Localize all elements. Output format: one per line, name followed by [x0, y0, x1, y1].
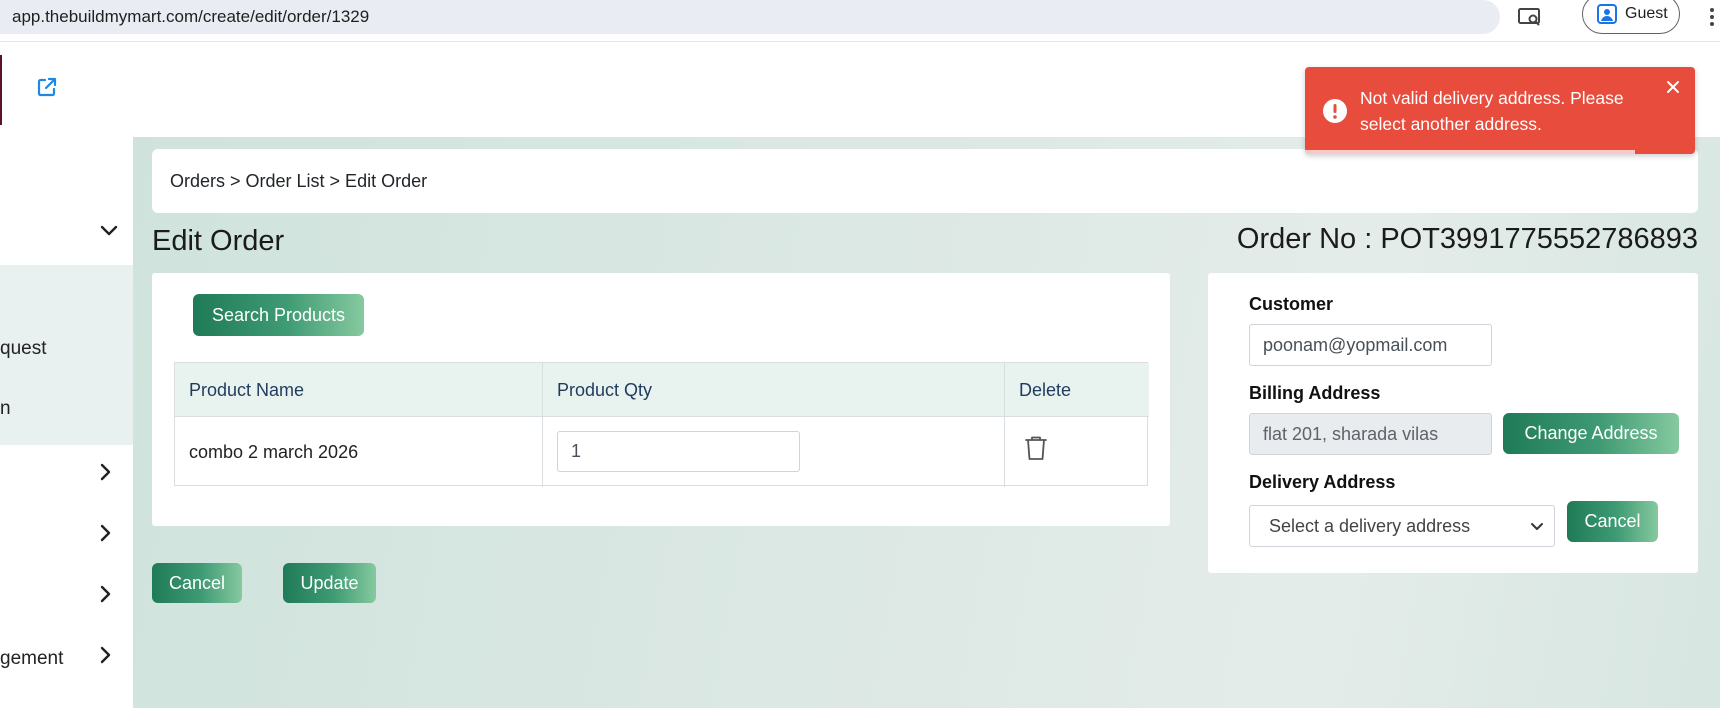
billing-address-label: Billing Address	[1249, 383, 1381, 403]
customer-value: poonam@yopmail.com	[1263, 334, 1448, 355]
delivery-cancel-button[interactable]: Cancel	[1567, 501, 1658, 542]
products-table: Product Name Product Qty Delete combo 2 …	[174, 362, 1149, 487]
sidebar-item-request[interactable]: quest	[0, 335, 133, 363]
page-title: Edit Order	[152, 225, 285, 257]
profile-label: Guest	[1625, 5, 1668, 22]
delivery-address-label: Delivery Address	[1249, 472, 1396, 492]
product-name-cell: combo 2 march 2026	[189, 441, 359, 462]
breadcrumb-text[interactable]: Orders > Order List > Edit Order	[170, 171, 427, 192]
chevron-right-icon[interactable]	[95, 645, 115, 665]
delivery-address-select[interactable]: Select a delivery address	[1249, 505, 1555, 547]
chevron-down-icon	[1531, 523, 1543, 530]
billing-address-field: flat 201, sharada vilas	[1249, 413, 1492, 455]
profile-icon	[1597, 4, 1617, 24]
alert-icon	[1323, 99, 1347, 123]
sidebar-item-label: quest	[0, 338, 47, 359]
column-header-delete: Delete	[1019, 379, 1072, 400]
toast-message: Not valid delivery address. Please selec…	[1360, 88, 1624, 134]
chevron-right-icon[interactable]	[95, 523, 115, 543]
customer-field[interactable]: poonam@yopmail.com	[1249, 324, 1492, 366]
close-icon[interactable]	[1665, 79, 1681, 95]
profile-button[interactable]: Guest	[1582, 0, 1680, 34]
customer-label: Customer	[1249, 294, 1334, 314]
column-header-product-qty: Product Qty	[557, 379, 653, 400]
sidebar-item-label: gement	[0, 648, 64, 669]
toast-progress-bar	[1305, 150, 1635, 154]
address-bar[interactable]: app.thebuildmymart.com/create/edit/order…	[0, 0, 1500, 34]
breadcrumb: Orders > Order List > Edit Order	[152, 149, 1698, 213]
chevron-right-icon[interactable]	[95, 584, 115, 604]
error-toast: Not valid delivery address. Please selec…	[1305, 67, 1695, 154]
chevron-right-icon[interactable]	[95, 462, 115, 482]
trash-icon[interactable]	[1023, 434, 1049, 462]
cancel-button[interactable]: Cancel	[152, 563, 242, 603]
browser-toolbar: app.thebuildmymart.com/create/edit/order…	[0, 0, 1720, 42]
sidebar-item-n[interactable]: n	[0, 395, 133, 423]
url-text[interactable]: app.thebuildmymart.com/create/edit/order…	[12, 7, 369, 27]
billing-address-value: flat 201, sharada vilas	[1263, 423, 1439, 444]
logo-edge	[0, 55, 2, 125]
sidebar-item-label: n	[0, 398, 11, 419]
order-number: Order No : POT3991775552786893	[1236, 223, 1698, 255]
change-address-button[interactable]: Change Address	[1503, 413, 1679, 454]
search-products-button[interactable]: Search Products	[193, 294, 364, 336]
product-qty-input[interactable]	[557, 431, 800, 472]
column-divider	[1004, 363, 1005, 487]
sidebar: quest n gement	[0, 137, 133, 708]
external-link-icon[interactable]	[36, 76, 58, 98]
cast-search-icon[interactable]	[1516, 4, 1544, 30]
delivery-address-placeholder: Select a delivery address	[1269, 515, 1471, 536]
update-button[interactable]: Update	[283, 563, 376, 603]
column-header-product-name: Product Name	[189, 379, 305, 400]
chevron-down-icon[interactable]	[99, 220, 119, 240]
browser-menu-icon[interactable]	[1706, 2, 1718, 32]
